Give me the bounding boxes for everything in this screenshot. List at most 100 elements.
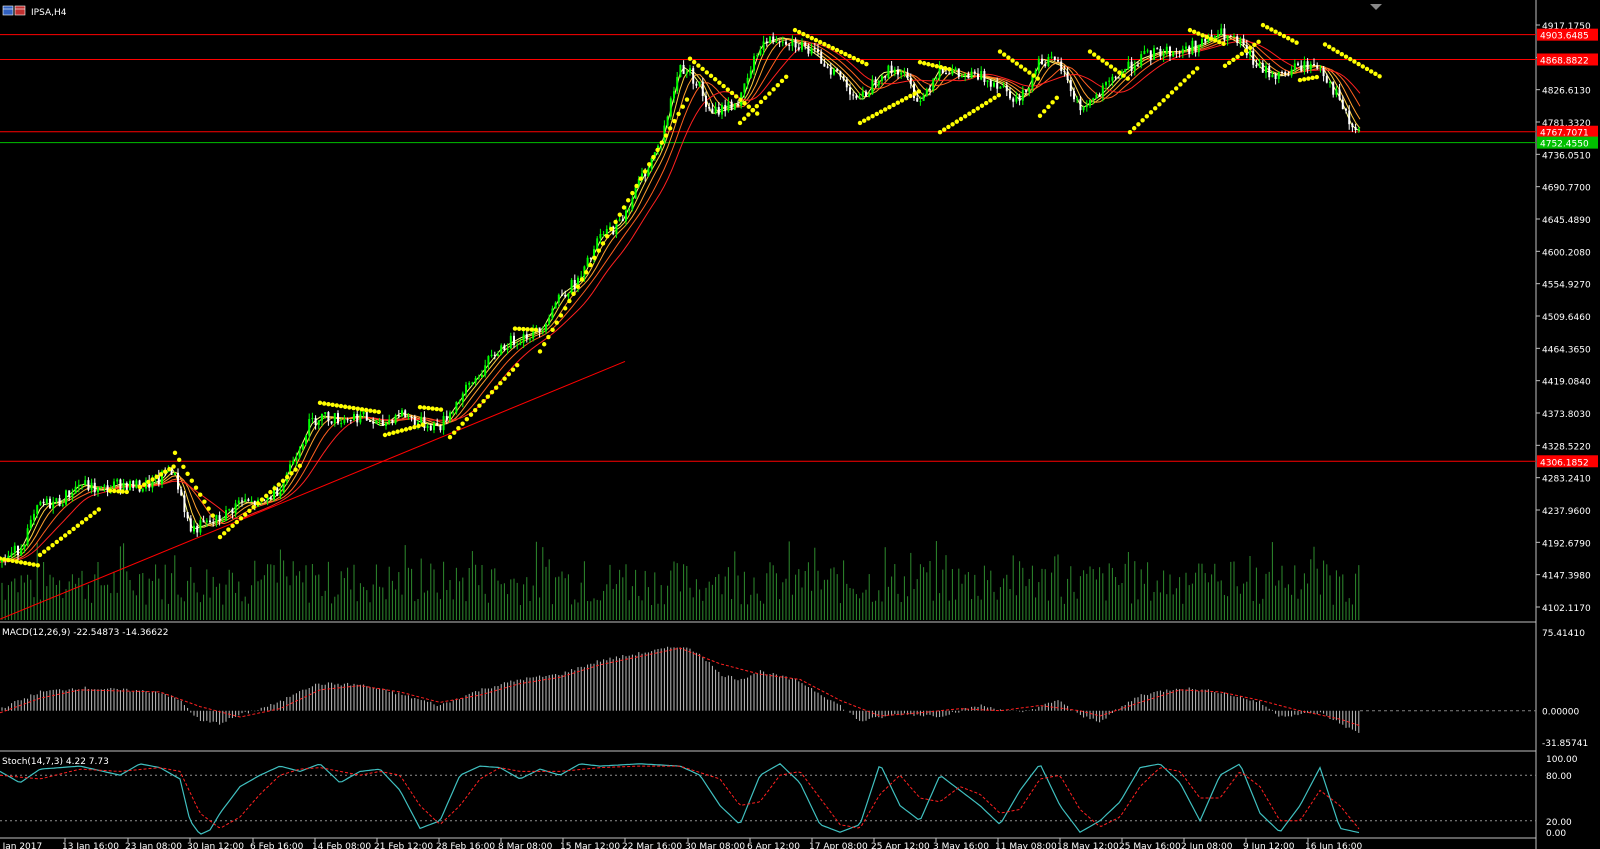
candle-body	[817, 49, 819, 52]
sar-dot	[1231, 57, 1236, 63]
sar-dot	[630, 190, 635, 196]
candle-body	[487, 356, 490, 366]
candle-body	[797, 47, 800, 50]
sar-dot	[35, 563, 40, 568]
sar-dot	[954, 119, 959, 124]
sar-dot	[234, 519, 239, 525]
sar-dot	[554, 320, 559, 325]
candle-body	[1124, 68, 1127, 73]
candle-body	[77, 484, 80, 487]
candle-body	[1114, 76, 1117, 78]
candle-body	[788, 44, 791, 46]
candle-body	[1127, 61, 1130, 69]
candle-body	[1130, 61, 1133, 71]
sar-dot	[1302, 77, 1307, 82]
chart-canvas[interactable]: IPSA,H4 4917.17504871.69204826.61304781.…	[0, 0, 1600, 849]
stoch-tick-label: 20.00	[1546, 818, 1572, 828]
macd-tick-label: -31.85741	[1542, 739, 1588, 749]
candle-body	[1057, 59, 1059, 62]
sar-dot	[843, 51, 848, 57]
candle-body	[1226, 35, 1229, 40]
candle-body	[676, 76, 679, 92]
candle-body	[1105, 81, 1107, 86]
candle-body	[628, 209, 631, 211]
candle-body	[481, 374, 483, 378]
price-tick-label: 4690.7700	[1542, 184, 1591, 194]
sar-dot	[372, 409, 377, 414]
triangle-down-icon[interactable]	[1370, 4, 1382, 10]
sar-dot	[137, 484, 143, 490]
sar-dot	[1227, 60, 1232, 66]
sar-dot	[687, 56, 693, 61]
candle-body	[509, 335, 512, 349]
sar-dot	[163, 469, 168, 474]
sar-dot	[755, 111, 760, 116]
candle-body	[132, 480, 135, 488]
candle-body	[407, 416, 410, 418]
sar-dot	[537, 349, 543, 354]
sar-dot	[489, 389, 495, 395]
candle-body	[804, 42, 807, 46]
sar-dot	[967, 111, 972, 116]
price-tick-label: 4554.9270	[1542, 281, 1591, 291]
candle-body	[772, 36, 775, 43]
sar-dot	[1165, 94, 1171, 99]
candle-body	[775, 41, 778, 43]
candle-body	[1095, 94, 1098, 99]
candle-body	[113, 481, 115, 489]
candle-body	[1002, 85, 1005, 87]
candle-body	[81, 484, 83, 486]
sar-dot	[10, 558, 15, 563]
candle-body	[1261, 63, 1264, 73]
sar-dot	[515, 362, 520, 368]
sar-dot	[784, 74, 789, 79]
candle-body	[68, 490, 71, 497]
sar-dot	[1297, 77, 1303, 83]
candle-body	[980, 71, 983, 80]
candle-body	[340, 423, 343, 425]
sar-dot	[1100, 58, 1105, 63]
sar-dot	[512, 326, 518, 331]
candle-body	[865, 91, 867, 97]
candle-body	[84, 480, 87, 485]
candle-body	[39, 501, 42, 506]
candle-body	[237, 500, 240, 504]
candle-body	[1047, 56, 1050, 67]
chart-window-icon[interactable]	[2, 5, 26, 16]
time-tick-label: 21 Feb 12:00	[374, 842, 433, 849]
sar-dot	[116, 489, 121, 494]
price-tick-label: 4237.9600	[1542, 507, 1591, 517]
candle-body	[871, 79, 874, 95]
time-tick-label: 30 Jan 12:00	[187, 842, 244, 849]
macd-tick-label: 0.00000	[1542, 708, 1579, 718]
sar-dot	[542, 342, 547, 347]
sar-dot	[67, 530, 72, 535]
candle-body	[1233, 36, 1235, 38]
candle-body	[311, 417, 314, 419]
sar-dot	[1269, 27, 1274, 32]
sar-dot	[934, 64, 939, 69]
candle-body	[1172, 51, 1175, 57]
candle-body	[100, 486, 103, 488]
time-tick-label: 9 Jun 12:00	[1243, 842, 1295, 849]
sar-dot	[887, 105, 892, 110]
horizontal-levels[interactable]	[0, 34, 1536, 462]
candle-body	[378, 419, 381, 421]
candle-body	[721, 104, 723, 115]
sar-dot	[198, 492, 203, 497]
time-tick-label: 17 Apr 08:00	[809, 842, 868, 849]
sar-dot	[822, 41, 827, 47]
sar-dot	[46, 546, 51, 551]
macd-tick-label: 75.41410	[1542, 629, 1585, 639]
candle-body	[343, 419, 346, 424]
candle-body	[1204, 38, 1207, 42]
sar-dot	[322, 401, 327, 406]
stoch-lines	[0, 763, 1536, 835]
candle-body	[625, 210, 627, 221]
candle-body	[1242, 38, 1245, 46]
sar-dot	[1327, 44, 1332, 50]
candle-body	[929, 89, 931, 91]
price-tick-label: 4192.6790	[1542, 539, 1591, 549]
candle-body	[833, 69, 835, 75]
candle-body	[141, 488, 144, 492]
